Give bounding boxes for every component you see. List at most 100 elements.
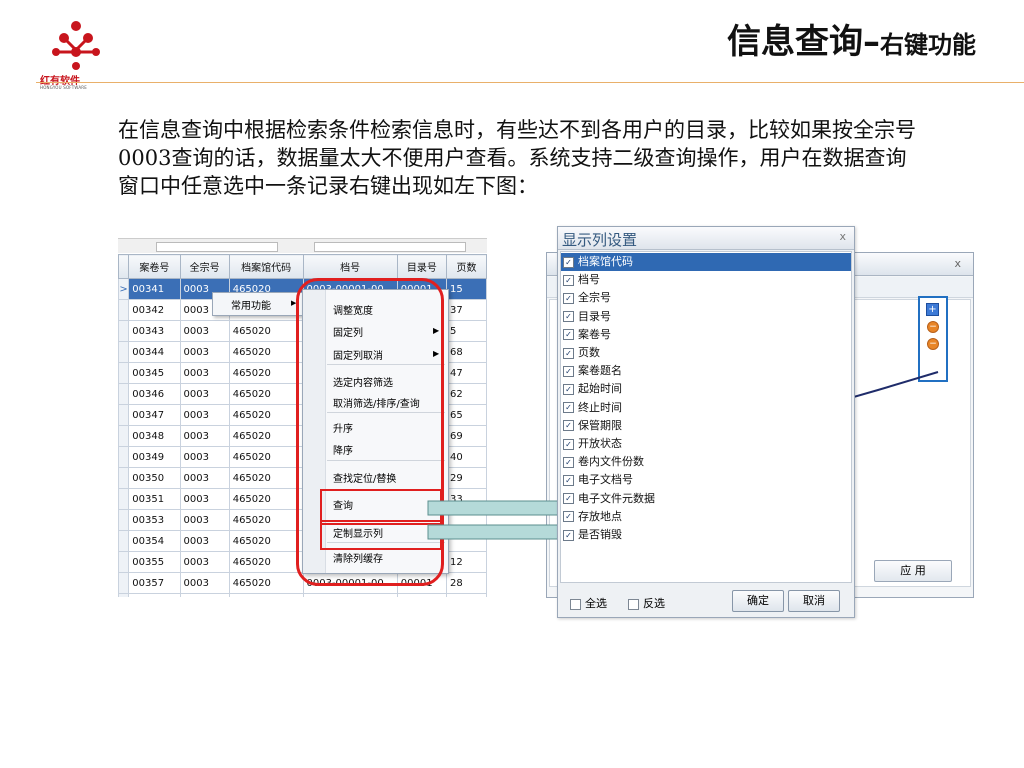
table-cell[interactable]: 40 — [446, 446, 487, 468]
table-cell[interactable]: 00347 — [128, 404, 181, 426]
table-cell[interactable]: 0003 — [179, 509, 230, 531]
column-option[interactable]: ✓ 是否销毁 — [563, 526, 622, 544]
checkbox-icon[interactable]: ✓ — [563, 420, 574, 432]
cancel-button[interactable]: 取消 — [788, 590, 840, 612]
column-option[interactable]: ✓ 案卷号 — [563, 326, 611, 344]
table-cell[interactable]: 00358 — [128, 593, 181, 597]
checkbox-icon[interactable]: ✓ — [563, 383, 574, 395]
table-cell[interactable]: 0003 — [179, 404, 230, 426]
checkbox-icon[interactable]: ✓ — [563, 493, 574, 505]
close-icon[interactable]: x — [839, 230, 846, 243]
table-cell[interactable]: 465020 — [228, 488, 304, 510]
column-option[interactable]: ✓ 案卷题名 — [563, 362, 622, 380]
checkbox-icon[interactable]: ✓ — [563, 347, 574, 359]
remove-icon[interactable]: − — [927, 321, 939, 333]
checkbox-icon[interactable]: ✓ — [563, 529, 574, 541]
common-functions-menu-item[interactable]: 常用功能 ▶ — [212, 292, 306, 316]
invert-selection-checkbox[interactable]: 反选 — [628, 595, 665, 611]
add-icon[interactable]: + — [926, 303, 939, 316]
table-cell[interactable]: 00351 — [128, 488, 181, 510]
table-cell[interactable]: 37 — [446, 299, 487, 321]
column-header[interactable]: 全宗号 — [179, 254, 230, 279]
table-cell[interactable]: 00348 — [128, 425, 181, 447]
table-cell[interactable]: 00355 — [128, 551, 181, 573]
table-cell[interactable]: 465020 — [228, 362, 304, 384]
column-option[interactable]: ✓ 起始时间 — [563, 380, 622, 398]
column-header[interactable]: 目录号 — [396, 254, 448, 279]
checkbox-icon[interactable]: ✓ — [563, 365, 574, 377]
column-header[interactable]: 页数 — [446, 254, 487, 279]
column-option[interactable]: ✓ 开放状态 — [563, 435, 622, 453]
table-cell[interactable]: 0003 — [179, 383, 230, 405]
table-cell[interactable]: 465020 — [228, 551, 304, 573]
column-option[interactable]: ✓ 档号 — [563, 271, 600, 289]
table-cell[interactable]: 68 — [446, 341, 487, 363]
column-option[interactable]: ✓ 电子文件元数据 — [563, 490, 655, 508]
table-cell[interactable]: 0003-00001-00... — [302, 593, 398, 597]
table-cell[interactable]: 0003 — [179, 530, 230, 552]
table-cell[interactable]: 0003 — [179, 446, 230, 468]
table-cell[interactable]: 0003 — [179, 593, 230, 597]
table-cell[interactable]: 465020 — [228, 341, 304, 363]
table-cell[interactable]: 465020 — [228, 593, 304, 597]
column-option[interactable]: ✓ 终止时间 — [563, 399, 622, 417]
table-cell[interactable]: 00342 — [128, 299, 181, 321]
table-cell[interactable]: 0003 — [179, 551, 230, 573]
column-header[interactable]: 案卷号 — [128, 254, 181, 279]
table-cell[interactable]: 465020 — [228, 404, 304, 426]
table-cell[interactable]: 00346 — [128, 383, 181, 405]
table-cell[interactable]: 465020 — [228, 572, 304, 594]
column-option[interactable]: ✓ 档案馆代码 — [561, 253, 851, 271]
column-option[interactable]: ✓ 保管期限 — [563, 417, 622, 435]
column-option[interactable]: ✓ 电子文档号 — [563, 471, 633, 489]
table-cell[interactable]: 0003 — [179, 320, 230, 342]
checkbox-icon[interactable]: ✓ — [563, 274, 574, 286]
ok-button[interactable]: 确定 — [732, 590, 784, 612]
column-option[interactable]: ✓ 全宗号 — [563, 289, 611, 307]
close-icon[interactable]: x — [954, 257, 961, 270]
checkbox-icon[interactable]: ✓ — [563, 456, 574, 468]
table-cell[interactable]: 465020 — [228, 467, 304, 489]
table-cell[interactable]: 5 — [446, 320, 487, 342]
select-all-checkbox[interactable]: 全选 — [570, 595, 607, 611]
table-cell[interactable]: 65 — [446, 404, 487, 426]
table-row[interactable]: 0035800034650200003-00001-00...0000164 — [118, 593, 487, 597]
table-cell[interactable]: 00345 — [128, 362, 181, 384]
table-cell[interactable]: 29 — [446, 467, 487, 489]
checkbox-icon[interactable]: ✓ — [563, 474, 574, 486]
table-cell[interactable]: 00344 — [128, 341, 181, 363]
table-cell[interactable]: 12 — [446, 551, 487, 573]
table-cell[interactable]: 47 — [446, 362, 487, 384]
column-option[interactable]: ✓ 存放地点 — [563, 508, 622, 526]
table-cell[interactable]: 0003 — [179, 467, 230, 489]
table-cell[interactable]: 465020 — [228, 425, 304, 447]
table-cell[interactable]: 0003 — [179, 362, 230, 384]
table-cell[interactable]: 465020 — [228, 320, 304, 342]
column-header[interactable] — [118, 254, 130, 279]
table-cell[interactable]: 28 — [446, 572, 487, 594]
checkbox-icon[interactable]: ✓ — [563, 292, 574, 304]
table-cell[interactable]: 15 — [446, 278, 487, 300]
checkbox-icon[interactable]: ✓ — [563, 438, 574, 450]
table-cell[interactable]: 0003 — [179, 488, 230, 510]
table-cell[interactable]: 465020 — [228, 446, 304, 468]
checkbox-icon[interactable]: ✓ — [563, 402, 574, 414]
checkbox-icon[interactable]: ✓ — [563, 256, 574, 268]
table-cell[interactable]: 0003 — [179, 425, 230, 447]
checkbox-icon[interactable]: ✓ — [563, 329, 574, 341]
table-cell[interactable]: 69 — [446, 425, 487, 447]
table-cell[interactable]: 00349 — [128, 446, 181, 468]
table-cell[interactable]: 00341 — [128, 278, 181, 300]
column-option[interactable]: ✓ 卷内文件份数 — [563, 453, 644, 471]
table-cell[interactable]: 465020 — [228, 530, 304, 552]
table-cell[interactable]: 0003 — [179, 341, 230, 363]
column-header[interactable]: 档号 — [302, 254, 398, 279]
table-cell[interactable]: 00001 — [396, 593, 448, 597]
checkbox-icon[interactable]: ✓ — [563, 511, 574, 523]
table-cell[interactable]: 00354 — [128, 530, 181, 552]
table-cell[interactable]: 0003 — [179, 572, 230, 594]
apply-button[interactable]: 应 用 — [874, 560, 952, 582]
table-cell[interactable]: 465020 — [228, 509, 304, 531]
remove-icon[interactable]: − — [927, 338, 939, 350]
table-cell[interactable]: 00353 — [128, 509, 181, 531]
